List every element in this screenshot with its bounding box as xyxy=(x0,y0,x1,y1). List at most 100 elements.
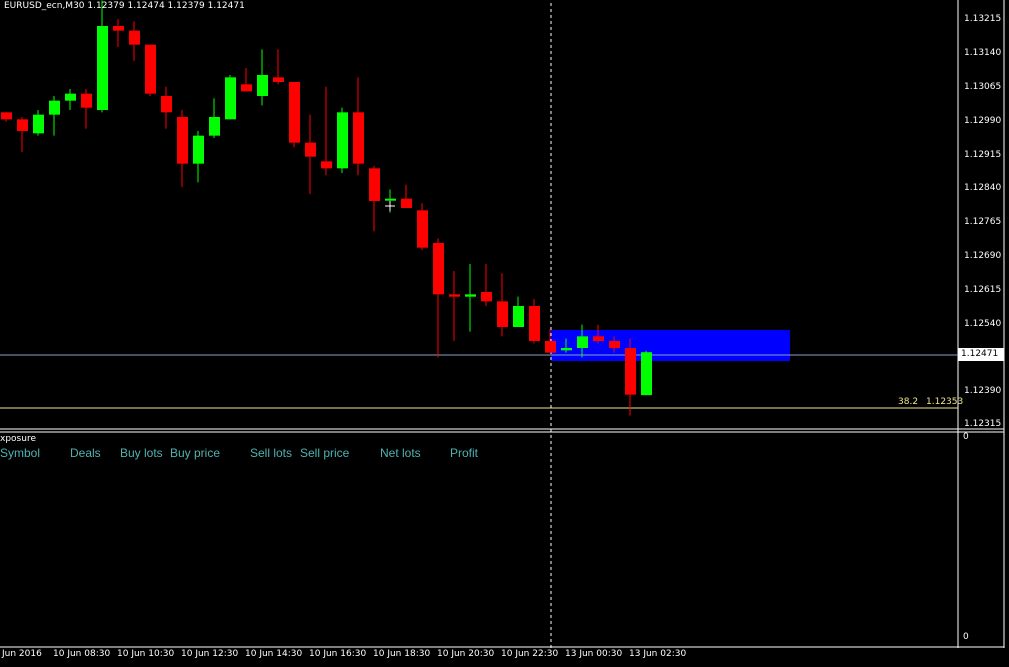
candle xyxy=(161,86,172,129)
time-tick-label: 10 Jun 08:30 xyxy=(53,649,111,659)
candle-body xyxy=(113,26,124,31)
candle xyxy=(193,131,204,183)
time-tick-label: Jun 2016 xyxy=(2,649,42,659)
time-tick-label: 10 Jun 10:30 xyxy=(117,649,175,659)
indicator-title: xposure xyxy=(0,434,36,444)
candle xyxy=(17,117,28,152)
price-tick-label: 1.12690 xyxy=(964,251,1002,261)
chart-canvas[interactable] xyxy=(0,0,1009,667)
candle xyxy=(209,98,220,138)
candle-body xyxy=(97,26,108,110)
time-tick-label: 10 Jun 20:30 xyxy=(437,649,495,659)
candle-body xyxy=(577,336,588,348)
column-header-profit: Profit xyxy=(450,446,479,460)
candle-body xyxy=(417,210,428,248)
candle-body xyxy=(481,292,492,302)
chart-header: EURUSD_ecn,M30 1.12379 1.12474 1.12379 1… xyxy=(4,1,245,11)
candle-body xyxy=(593,336,604,341)
candle xyxy=(641,350,652,396)
candle xyxy=(97,0,108,113)
candle-body xyxy=(369,168,380,201)
price-tick-label: 1.12915 xyxy=(964,150,1002,160)
candle-body xyxy=(289,82,300,143)
price-tick-label: 1.12540 xyxy=(964,319,1002,329)
candle-body xyxy=(529,306,540,341)
candle xyxy=(513,296,524,327)
price-tick-label: 1.13140 xyxy=(964,48,1002,58)
column-header-deals: Deals xyxy=(70,446,101,460)
time-tick-label: 13 Jun 02:30 xyxy=(629,649,687,659)
candle-body xyxy=(273,77,284,82)
candle xyxy=(337,107,348,173)
candle xyxy=(225,75,236,120)
candle-body xyxy=(193,135,204,164)
candle-body xyxy=(321,161,332,169)
time-tick-label: 10 Jun 18:30 xyxy=(373,649,431,659)
column-header-net-lots: Net lots xyxy=(380,446,421,460)
candle xyxy=(449,271,460,341)
candle-body xyxy=(449,294,460,297)
candle-body xyxy=(209,117,220,136)
candle-body xyxy=(545,341,556,353)
candle xyxy=(65,89,76,110)
fibo-price-label: 1.12353 xyxy=(926,397,964,407)
candle xyxy=(305,114,316,194)
fibo-level-label: 38.2 xyxy=(898,397,919,407)
candle-body xyxy=(625,348,636,395)
candle-body xyxy=(241,84,252,92)
candle-body xyxy=(609,341,620,348)
time-tick-label: 13 Jun 00:30 xyxy=(565,649,623,659)
candle-body xyxy=(465,294,476,297)
price-tick-label: 1.12615 xyxy=(964,285,1002,295)
candle xyxy=(257,49,268,106)
candle-body xyxy=(225,77,236,120)
time-tick-label: 10 Jun 14:30 xyxy=(245,649,303,659)
candle xyxy=(433,238,444,358)
candle-body xyxy=(177,117,188,164)
candle xyxy=(177,110,188,187)
column-header-sell-price: Sell price xyxy=(300,446,350,460)
candle xyxy=(497,273,508,337)
current-price-label: 1.12471 xyxy=(958,348,1004,361)
column-header-symbol: Symbol xyxy=(0,446,41,460)
time-tick-label: 10 Jun 12:30 xyxy=(181,649,239,659)
price-tick-label: 1.13065 xyxy=(964,82,1002,92)
candle xyxy=(1,112,12,122)
candle xyxy=(49,96,60,136)
column-header-sell-lots: Sell lots xyxy=(250,446,293,460)
time-tick-label: 10 Jun 22:30 xyxy=(501,649,559,659)
indicator-scale-bottom: 0 xyxy=(963,632,969,642)
candle xyxy=(481,264,492,306)
candle-body xyxy=(305,142,316,157)
candle-body xyxy=(513,306,524,327)
candle-body xyxy=(145,44,156,94)
column-header-buy-price: Buy price xyxy=(170,446,221,460)
candle xyxy=(369,166,380,232)
candle-body xyxy=(433,243,444,295)
candle-body xyxy=(641,352,652,396)
candle-body xyxy=(497,301,508,327)
candle-body xyxy=(385,198,396,201)
candle xyxy=(625,338,636,416)
candle-body xyxy=(337,112,348,169)
price-tick-label: 1.12765 xyxy=(964,217,1002,227)
price-tick-label: 1.13215 xyxy=(964,14,1002,24)
candle-body xyxy=(257,75,268,96)
horizontal-lines[interactable] xyxy=(0,3,958,648)
candle xyxy=(113,19,124,47)
candle-body xyxy=(129,30,140,45)
candle-body xyxy=(161,96,172,113)
indicator-scale-top: 0 xyxy=(963,432,969,442)
crosshair-cursor xyxy=(385,201,395,211)
candle xyxy=(417,203,428,250)
candle-body xyxy=(81,93,92,108)
candle xyxy=(81,89,92,129)
candle xyxy=(145,44,156,96)
candle-body xyxy=(401,198,412,208)
price-tick-label: 1.12840 xyxy=(964,183,1002,193)
candle-body xyxy=(353,112,364,164)
time-tick-label: 10 Jun 16:30 xyxy=(309,649,367,659)
candle-body xyxy=(17,119,28,131)
candle-body xyxy=(65,93,76,101)
column-header-buy-lots: Buy lots xyxy=(120,446,163,460)
